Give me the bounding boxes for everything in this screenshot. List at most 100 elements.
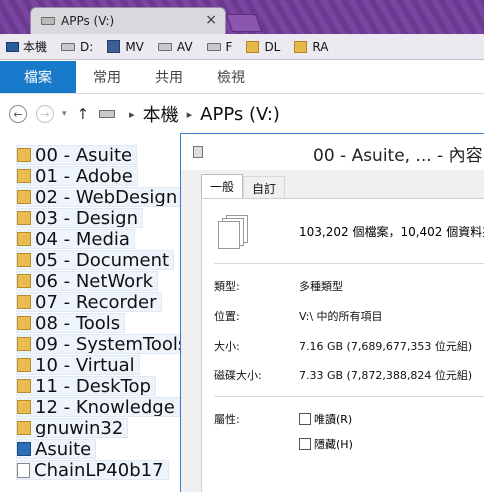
drive-icon bbox=[206, 42, 221, 51]
file-name: 12 - Knowledge bbox=[35, 397, 175, 417]
file-list: 00 - Asuite 01 - Adobe 02 - WebDesign 03… bbox=[0, 140, 193, 492]
tab-view[interactable]: 檢視 bbox=[200, 61, 262, 93]
bookmark-d[interactable]: D: bbox=[61, 40, 93, 54]
readonly-checkbox[interactable]: 唯讀(R) bbox=[299, 411, 352, 427]
hidden-label: 隱藏(H) bbox=[314, 438, 353, 451]
bookmark-label: MV bbox=[125, 39, 144, 54]
general-panel: 103,202 個檔案，10,402 個資料夾 類型: 多種類型 位置: V:\… bbox=[201, 198, 484, 492]
checkbox-icon[interactable] bbox=[299, 413, 311, 425]
back-button[interactable]: ← bbox=[9, 105, 27, 123]
folder-icon bbox=[17, 337, 31, 351]
bookmark-dl[interactable]: DL bbox=[246, 40, 280, 54]
bookmark-label: F bbox=[225, 39, 233, 54]
folder-icon bbox=[17, 316, 31, 330]
list-item[interactable]: Asuite bbox=[16, 439, 97, 459]
up-button[interactable]: ↑ bbox=[77, 105, 90, 123]
new-tab-button[interactable] bbox=[225, 14, 263, 32]
list-item[interactable]: gnuwin32 bbox=[16, 418, 129, 438]
bookmark-f[interactable]: F bbox=[206, 39, 233, 54]
tab-custom[interactable]: 自訂 bbox=[243, 176, 286, 198]
divider bbox=[214, 396, 484, 397]
size-value: 7.16 GB (7,689,677,353 位元組) bbox=[299, 340, 473, 353]
chevron-right-icon[interactable]: ▸ bbox=[129, 108, 135, 121]
tab-share[interactable]: 共用 bbox=[138, 61, 200, 93]
tab-title: APPs (V:) bbox=[61, 14, 115, 28]
breadcrumb[interactable]: ▸ 本機 ▸ APPs (V:) bbox=[99, 101, 280, 127]
folder-icon bbox=[17, 274, 31, 288]
properties-dialog: 00 - Asuite, ... - 內容 一般 自訂 103,202 個檔案，… bbox=[180, 133, 484, 492]
tab-general[interactable]: 一般 bbox=[201, 174, 244, 198]
list-item[interactable]: 12 - Knowledge bbox=[16, 397, 180, 417]
recent-locations-button[interactable]: ▾ bbox=[62, 109, 67, 119]
tab-strip: APPs (V:) × bbox=[0, 0, 484, 34]
list-item[interactable]: 08 - Tools bbox=[16, 313, 126, 333]
bookmark-label: RA bbox=[312, 39, 329, 54]
type-label: 類型: bbox=[214, 280, 240, 293]
file-name: 06 - NetWork bbox=[35, 271, 154, 291]
size-label: 大小: bbox=[214, 340, 240, 353]
mv-icon bbox=[107, 40, 121, 53]
hidden-checkbox[interactable]: 隱藏(H) bbox=[299, 436, 353, 452]
bookmark-pc[interactable]: 本機 bbox=[6, 38, 47, 55]
folder-icon bbox=[17, 148, 31, 162]
checkbox-icon[interactable] bbox=[299, 438, 311, 450]
folder-icon bbox=[17, 400, 31, 414]
file-name: gnuwin32 bbox=[35, 418, 124, 438]
list-item[interactable]: 03 - Design bbox=[16, 208, 143, 228]
file-name: ChainLP40b17 bbox=[34, 460, 164, 480]
bookmark-mv[interactable]: MV bbox=[107, 40, 144, 54]
dialog-titlebar[interactable]: 00 - Asuite, ... - 內容 bbox=[181, 134, 484, 170]
drive-icon bbox=[61, 42, 76, 51]
list-item[interactable]: 00 - Asuite bbox=[16, 145, 138, 165]
breadcrumb-drive[interactable]: APPs (V:) bbox=[200, 104, 280, 125]
folder-icon bbox=[17, 169, 31, 183]
chevron-right-icon[interactable]: ▸ bbox=[187, 108, 193, 121]
bookmark-label: D: bbox=[80, 39, 94, 54]
list-item[interactable]: ChainLP40b17 bbox=[16, 460, 169, 480]
bookmark-av[interactable]: AV bbox=[157, 40, 193, 54]
list-item[interactable]: 01 - Adobe bbox=[16, 166, 138, 186]
list-item[interactable]: 07 - Recorder bbox=[16, 292, 162, 312]
list-item[interactable]: 11 - DeskTop bbox=[16, 376, 156, 396]
disk-size-value: 7.33 GB (7,872,388,824 位元組) bbox=[299, 369, 473, 382]
list-item[interactable]: 10 - Virtual bbox=[16, 355, 140, 375]
list-item[interactable]: 02 - WebDesign bbox=[16, 187, 183, 207]
folder-icon bbox=[246, 40, 260, 53]
forward-button[interactable]: → bbox=[36, 105, 54, 123]
item-count: 103,202 個檔案，10,402 個資料夾 bbox=[299, 225, 484, 239]
folder-icon bbox=[17, 358, 31, 372]
list-item[interactable]: 05 - Document bbox=[16, 250, 175, 270]
file-name: 02 - WebDesign bbox=[35, 187, 178, 207]
files-icon bbox=[193, 146, 203, 158]
folder-icon bbox=[17, 421, 31, 435]
location-label: 位置: bbox=[214, 310, 240, 323]
shortcut-icon bbox=[17, 442, 31, 456]
readonly-label: 唯讀(R) bbox=[314, 413, 353, 426]
location-value: V:\ 中的所有項目 bbox=[299, 310, 383, 323]
breadcrumb-this-pc[interactable]: 本機 bbox=[143, 101, 179, 127]
file-name: 00 - Asuite bbox=[35, 145, 133, 165]
list-item[interactable]: 06 - NetWork bbox=[16, 271, 159, 291]
bookmark-label: DL bbox=[264, 39, 281, 54]
close-icon[interactable]: × bbox=[205, 12, 217, 28]
folder-icon bbox=[17, 232, 31, 246]
list-item[interactable]: 09 - SystemTools bbox=[16, 334, 193, 354]
folder-icon bbox=[294, 40, 308, 53]
tab-apps[interactable]: APPs (V:) × bbox=[30, 7, 226, 34]
drive-icon bbox=[41, 17, 55, 25]
ribbon-tabs: 檔案 常用 共用 檢視 bbox=[0, 61, 484, 94]
file-name: 11 - DeskTop bbox=[35, 376, 151, 396]
bookmark-ra[interactable]: RA bbox=[294, 40, 328, 54]
file-name: 04 - Media bbox=[35, 229, 130, 249]
file-icon bbox=[17, 462, 30, 478]
folder-icon bbox=[17, 211, 31, 225]
folder-icon bbox=[17, 190, 31, 204]
bookmarks-bar: 本機 D: MV AV F DL RA bbox=[0, 34, 484, 60]
multiple-files-icon bbox=[218, 215, 248, 249]
dialog-title: 00 - Asuite, ... - 內容 bbox=[313, 146, 483, 166]
list-item[interactable]: 04 - Media bbox=[16, 229, 135, 249]
tab-home[interactable]: 常用 bbox=[76, 61, 138, 93]
disk-size-label: 磁碟大小: bbox=[214, 369, 262, 382]
tab-file[interactable]: 檔案 bbox=[0, 61, 76, 93]
dialog-tabs: 一般 自訂 bbox=[201, 174, 286, 198]
